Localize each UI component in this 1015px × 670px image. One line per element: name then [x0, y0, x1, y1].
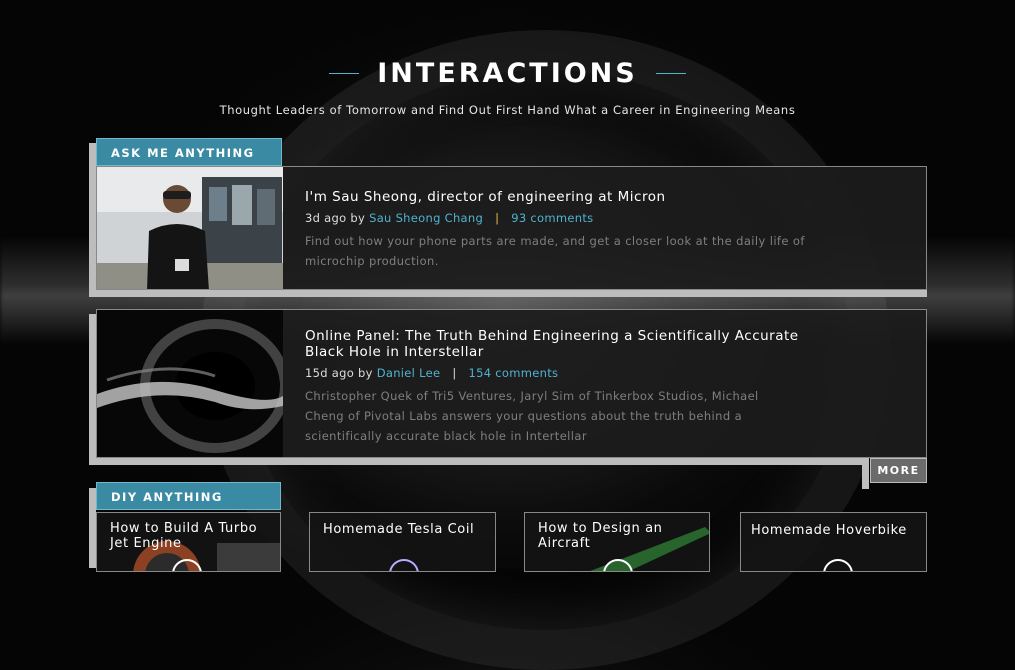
- play-icon[interactable]: [389, 559, 419, 571]
- ama-card-time: 3d ago by: [305, 211, 366, 225]
- ama-card-author-link[interactable]: Daniel Lee: [377, 366, 441, 380]
- play-icon[interactable]: [823, 559, 853, 571]
- ama-card-meta: 15d ago by Daniel Lee | 154 comments: [305, 366, 912, 380]
- more-bevel-left: [862, 463, 869, 489]
- card-bevel-left: [89, 143, 96, 295]
- diy-card[interactable]: Homemade Hoverbike: [740, 512, 927, 572]
- ama-card-description: Find out how your phone parts are made, …: [305, 234, 805, 268]
- ama-card-description: Christopher Quek of Tri5 Ventures, Jaryl…: [305, 389, 759, 443]
- card-bevel-left: [89, 314, 96, 464]
- card-bevel-bottom: [89, 458, 869, 465]
- diy-card-title[interactable]: How to Design an Aircraft: [538, 521, 699, 551]
- ama-card[interactable]: I'm Sau Sheong, director of engineering …: [96, 166, 927, 290]
- more-button[interactable]: MORE: [870, 458, 927, 483]
- card-bevel-left: [89, 488, 96, 568]
- title-decoration-left: [329, 73, 360, 74]
- ama-card-title[interactable]: Online Panel: The Truth Behind Engineeri…: [305, 328, 815, 360]
- page-subtitle: Thought Leaders of Tomorrow and Find Out…: [219, 103, 796, 117]
- title-decoration-right: [655, 73, 686, 74]
- ama-card-comments-link[interactable]: 93 comments: [511, 211, 593, 225]
- diy-card[interactable]: How to Build A Turbo Jet Engine: [96, 512, 281, 572]
- meta-separator: |: [495, 211, 500, 225]
- ama-card-time: 15d ago by: [305, 366, 373, 380]
- page-header: INTERACTIONS Thought Leaders of Tomorrow…: [0, 58, 1015, 117]
- card-bevel-bottom: [89, 290, 927, 297]
- page-title: INTERACTIONS: [377, 58, 638, 89]
- ama-card-meta: 3d ago by Sau Sheong Chang | 93 comments: [305, 211, 912, 225]
- diy-card[interactable]: Homemade Tesla Coil: [309, 512, 496, 572]
- ama-card-comments-link[interactable]: 154 comments: [469, 366, 559, 380]
- ama-card[interactable]: Online Panel: The Truth Behind Engineeri…: [96, 309, 927, 458]
- ama-card-thumbnail[interactable]: [97, 167, 283, 289]
- ama-card-title[interactable]: I'm Sau Sheong, director of engineering …: [305, 189, 912, 205]
- ama-card-thumbnail[interactable]: [97, 310, 283, 457]
- diy-card-title[interactable]: Homemade Hoverbike: [751, 523, 916, 538]
- section-tab-ask-me-anything[interactable]: ASK ME ANYTHING: [96, 138, 282, 166]
- diy-card[interactable]: How to Design an Aircraft: [524, 512, 710, 572]
- diy-card-title[interactable]: Homemade Tesla Coil: [323, 522, 485, 537]
- meta-separator: |: [452, 366, 457, 380]
- section-tab-diy-anything[interactable]: DIY ANYTHING: [96, 482, 281, 510]
- ama-card-author-link[interactable]: Sau Sheong Chang: [369, 211, 483, 225]
- diy-card-title[interactable]: How to Build A Turbo Jet Engine: [110, 521, 270, 551]
